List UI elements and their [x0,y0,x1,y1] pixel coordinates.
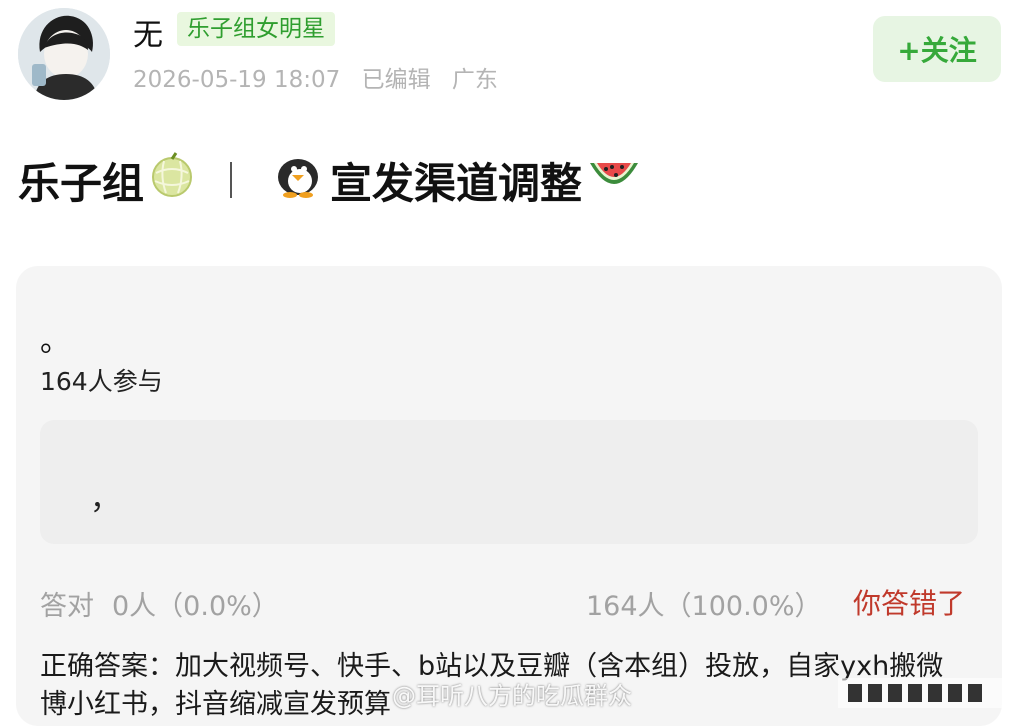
quiz-option-text: ， [90,482,120,517]
participant-count: 164人参与 [40,367,163,396]
watermark: @耳听八方的吃瓜群众 [392,682,632,710]
weibo-logo-icon [838,676,1004,710]
edited-label: 已编辑 [361,67,431,93]
melon-icon [148,151,196,209]
quiz-question: 。 [40,324,70,359]
post-title: 乐子组 宣发渠道调整 [18,148,646,212]
correct-count: 0人（0.0%） [112,591,279,622]
post-title-text: 宣发渠道调整 [330,158,583,208]
username[interactable]: 无 [133,10,163,54]
follow-button[interactable]: +关注 [873,16,1001,82]
quiz-option[interactable] [40,420,978,544]
wrong-stats: 164人（100.0%） [586,591,822,622]
watermelon-icon [586,153,642,207]
post-meta: 2026-05-19 18:07 已编辑 广东 [133,60,512,94]
correct-label: 答对 [40,591,94,622]
result-label: 你答错了 [853,587,966,620]
correct-stats: 答对 0人（0.0%） [40,584,279,623]
avatar[interactable] [18,8,110,100]
penguin-icon [270,151,326,209]
avatar-illustration [18,8,110,100]
title-divider [230,162,233,198]
user-badge[interactable]: 乐子组女明星 [177,12,335,46]
post-timestamp: 2026-05-19 18:07 [133,67,341,93]
post-location: 广东 [451,67,498,93]
group-name: 乐子组 [18,158,145,208]
